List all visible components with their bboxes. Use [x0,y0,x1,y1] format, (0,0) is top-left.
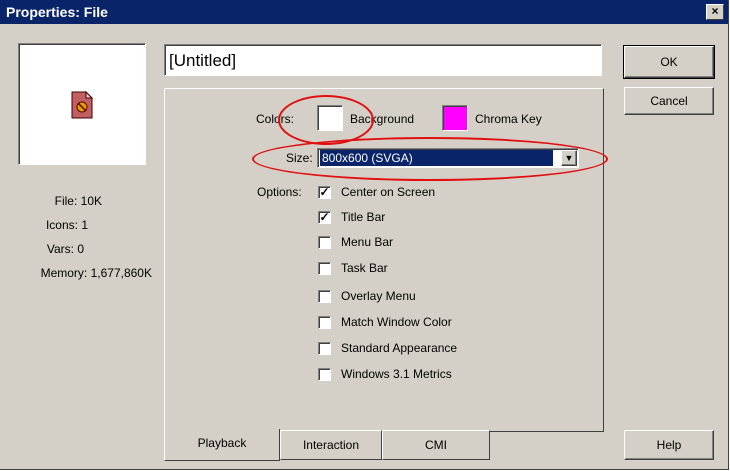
annotation-circle-colors [278,95,374,145]
checkbox-center-on-screen[interactable]: ✓ [318,186,331,199]
checkbox-match-window-color[interactable] [318,316,331,329]
file-preview [18,43,146,165]
option-label: Center on Screen [341,185,436,199]
checkbox-title-bar[interactable]: ✓ [318,211,331,224]
chroma-key-label: Chroma Key [475,112,542,126]
checkbox-task-bar[interactable] [318,262,331,275]
options-label: Options: [257,185,302,199]
help-button[interactable]: Help [624,430,714,460]
option-label: Overlay Menu [341,289,416,303]
icon-count: Icons: 1 [45,218,88,232]
close-button[interactable]: × [706,4,724,20]
window-title: Properties: File [6,4,108,20]
checkbox-menu-bar[interactable] [318,236,331,249]
checkbox-windows-31-metrics[interactable] [318,368,331,381]
checkbox-overlay-menu[interactable] [318,290,331,303]
memory-usage: Memory: 1,677,860K [40,266,152,280]
file-size: File: 10K [54,194,102,208]
option-label: Task Bar [341,261,388,275]
option-label: Menu Bar [341,235,394,249]
title-bar: Properties: File × [0,0,728,24]
option-label: Standard Appearance [341,341,458,355]
option-label: Match Window Color [341,315,452,329]
chroma-key-swatch[interactable] [442,105,468,131]
option-label: Windows 3.1 Metrics [341,367,452,381]
checkbox-standard-appearance[interactable] [318,342,331,355]
file-icon [71,91,94,119]
tab-cmi[interactable]: CMI [382,430,490,460]
tab-playback[interactable]: Playback [164,429,280,461]
var-count: Vars: 0 [46,242,84,256]
tab-interaction[interactable]: Interaction [280,430,382,460]
cancel-button[interactable]: Cancel [624,87,714,115]
ok-button[interactable]: OK [623,45,715,79]
option-label: Title Bar [341,210,386,224]
properties-dialog: Properties: File × File: 10K Icons: 1 Va… [0,0,729,470]
name-field[interactable]: [Untitled] [164,44,602,76]
annotation-circle-size [252,137,608,181]
